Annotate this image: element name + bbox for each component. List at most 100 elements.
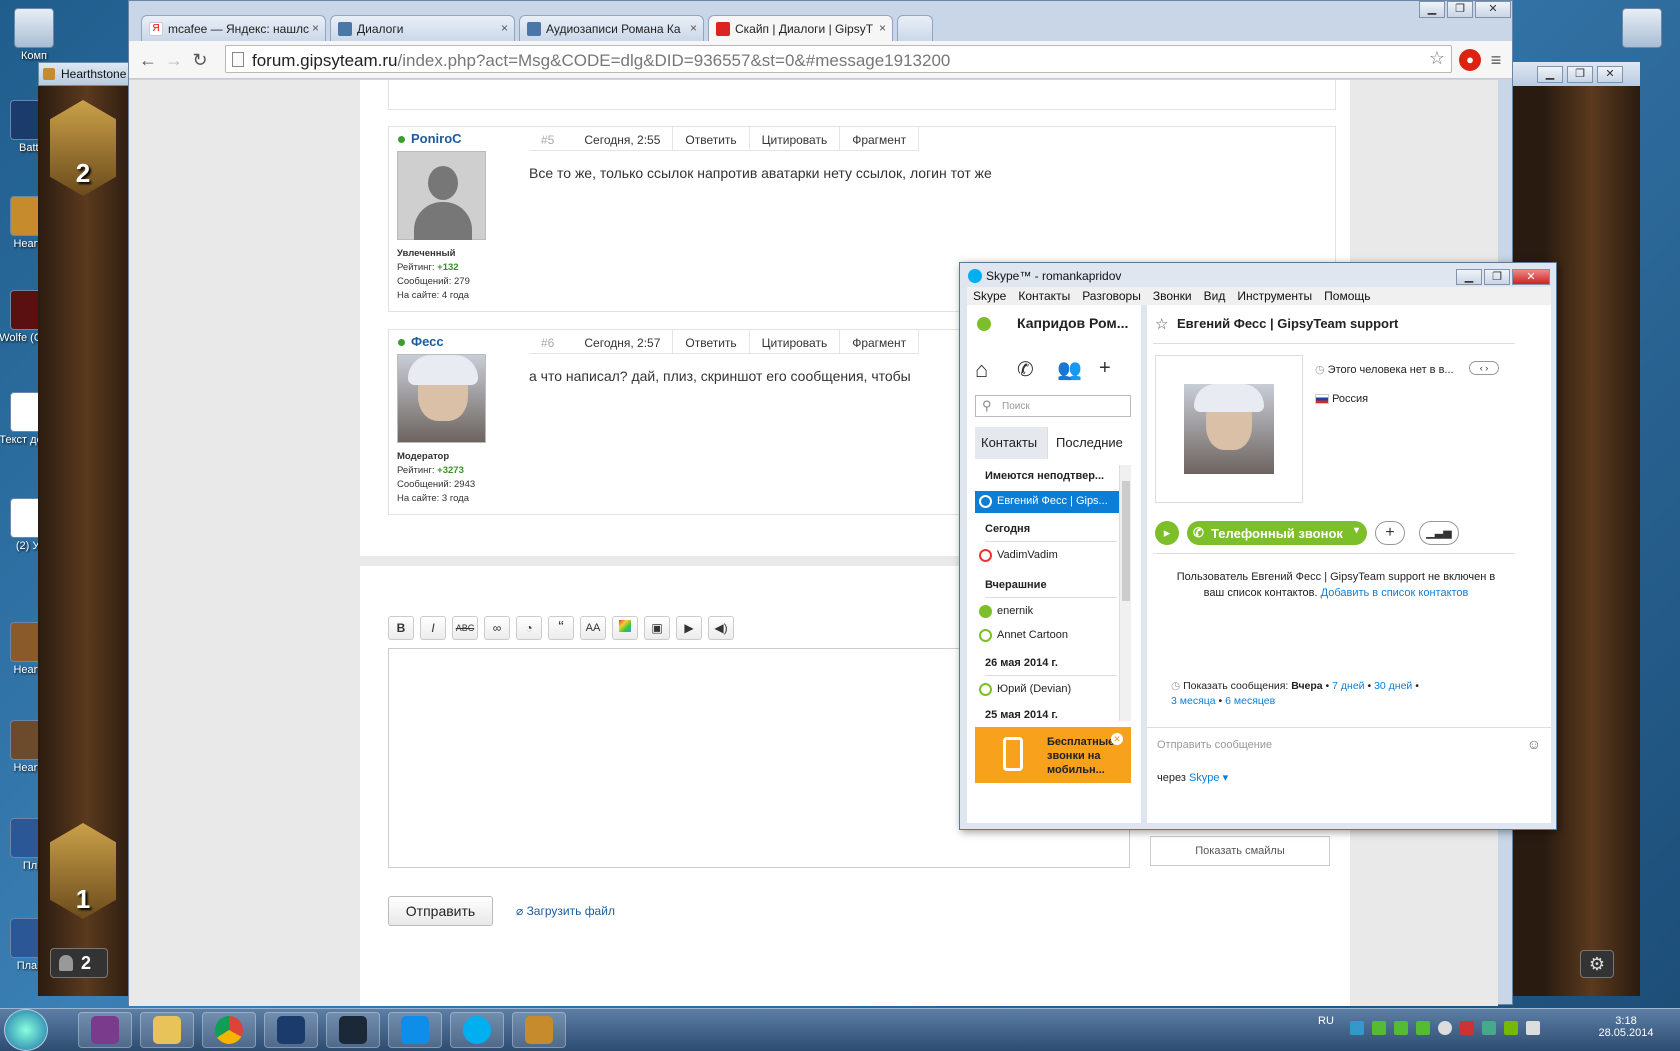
image-icon[interactable]: ▣ <box>644 616 670 640</box>
quote-icon[interactable]: “ <box>548 616 574 640</box>
video-call-icon[interactable]: ▸ <box>1155 521 1179 545</box>
tray-shield-icon[interactable] <box>1394 1021 1408 1035</box>
start-button[interactable] <box>4 1009 48 1051</box>
show-yesterday[interactable]: Вчера <box>1291 680 1322 692</box>
spoiler-glasses-icon[interactable]: ◔ <box>516 616 542 640</box>
browser-close-button[interactable]: ✕ <box>1475 1 1511 18</box>
reply-button[interactable]: Ответить <box>673 127 750 151</box>
close-icon[interactable]: × <box>501 21 508 35</box>
taskbar-skype[interactable] <box>450 1012 504 1048</box>
taskbar-winrar[interactable] <box>78 1012 132 1048</box>
menu-tools[interactable]: Инструменты <box>1231 287 1318 305</box>
hs-minimize-button[interactable]: ▁ <box>1537 66 1563 83</box>
italic-button[interactable]: I <box>420 616 446 640</box>
color-icon[interactable] <box>612 616 638 640</box>
video-icon[interactable]: ▶ <box>676 616 702 640</box>
profile-name[interactable]: Капридов Ром... <box>1017 315 1128 331</box>
tray-shield-icon[interactable] <box>1372 1021 1386 1035</box>
desktop-icon-right1[interactable] <box>1610 8 1674 50</box>
notification-bell-icon[interactable] <box>1438 1021 1452 1035</box>
volume-icon[interactable] <box>1526 1021 1540 1035</box>
contact-evgeny-fess[interactable]: Евгений Фесс | Gips... <box>975 491 1125 513</box>
new-tab-button[interactable] <box>897 15 933 41</box>
show-6-months-link[interactable]: 6 месяцев <box>1225 695 1275 707</box>
home-icon[interactable]: ⌂ <box>975 357 988 383</box>
tab-skype-dialogs[interactable]: Скайп | Диалоги | GipsyT × <box>708 15 893 41</box>
tab-contacts[interactable]: Контакты <box>975 427 1047 459</box>
contact-enernik[interactable]: enernik <box>975 601 1125 623</box>
reply-button[interactable]: Ответить <box>673 330 750 354</box>
contacts-scrollbar[interactable] <box>1119 465 1131 721</box>
prev-next-arrows[interactable]: ‹ › <box>1469 361 1499 375</box>
menu-help[interactable]: Помощь <box>1318 287 1376 305</box>
fragment-button[interactable]: Фрагмент <box>840 330 920 354</box>
contact-annet-cartoon[interactable]: Annet Cartoon <box>975 625 1125 647</box>
show-30-days-link[interactable]: 30 дней <box>1374 680 1412 692</box>
menu-skype[interactable]: Skype <box>967 287 1012 305</box>
language-indicator[interactable]: RU <box>1318 1015 1334 1027</box>
tab-mcafee[interactable]: Я mcafee — Яндекс: нашлс × <box>141 15 326 41</box>
contact-vadimvadim[interactable]: VadimVadim <box>975 545 1125 567</box>
menu-conversations[interactable]: Разговоры <box>1076 287 1147 305</box>
nvidia-icon[interactable] <box>1504 1021 1518 1035</box>
tab-audio[interactable]: Аудиозаписи Романа Ка × <box>519 15 704 41</box>
post-username[interactable]: Фесс <box>411 334 444 349</box>
extension-stop-icon[interactable]: ● <box>1459 49 1481 71</box>
sound-icon[interactable]: ◀) <box>708 616 734 640</box>
menu-contacts[interactable]: Контакты <box>1012 287 1076 305</box>
bookmark-star-icon[interactable]: ☆ <box>1429 48 1445 69</box>
close-icon[interactable]: × <box>312 21 319 35</box>
close-icon[interactable]: × <box>879 21 886 35</box>
submit-button[interactable]: Отправить <box>388 896 493 926</box>
back-arrow-icon[interactable]: ← <box>137 49 159 71</box>
phone-icon[interactable]: ✆ <box>1017 357 1034 382</box>
hs-settings-gear-icon[interactable]: ⚙ <box>1580 950 1614 978</box>
quote-button[interactable]: Цитировать <box>750 330 841 354</box>
friends-button[interactable]: 2 <box>50 948 108 978</box>
chevron-down-icon[interactable]: ▾ <box>1220 772 1229 784</box>
taskbar-steam[interactable] <box>326 1012 380 1048</box>
link-icon[interactable]: ∞ <box>484 616 510 640</box>
hs-close-button[interactable]: ✕ <box>1597 66 1623 83</box>
tray-shield-icon[interactable] <box>1416 1021 1430 1035</box>
taskbar-teamviewer[interactable] <box>388 1012 442 1048</box>
close-icon[interactable]: ✕ <box>1111 733 1123 745</box>
favorite-star-icon[interactable]: ☆ <box>1155 315 1168 333</box>
reload-icon[interactable]: ↻ <box>189 49 211 71</box>
clock[interactable]: 3:18 28.05.2014 <box>1594 1015 1658 1039</box>
close-icon[interactable]: × <box>690 21 697 35</box>
browser-minimize-button[interactable]: ▁ <box>1419 1 1445 18</box>
desktop-icon-computer[interactable]: Комп <box>2 8 66 62</box>
tab-recent[interactable]: Последние <box>1047 427 1131 459</box>
show-smiles-button[interactable]: Показать смайлы <box>1150 836 1330 866</box>
font-size-icon[interactable]: AA <box>580 616 606 640</box>
show-3-months-link[interactable]: 3 месяца <box>1171 695 1216 707</box>
menu-view[interactable]: Вид <box>1198 287 1232 305</box>
group-icon[interactable]: 👥 <box>1057 357 1082 382</box>
tray-icon[interactable] <box>1350 1021 1364 1035</box>
skype-minimize-button[interactable]: ▁ <box>1456 269 1482 285</box>
contacts-scroll-thumb[interactable] <box>1122 481 1130 601</box>
add-plus-button[interactable]: + <box>1375 521 1405 545</box>
search-input[interactable]: ⚲ Поиск <box>975 395 1131 417</box>
skype-maximize-button[interactable]: ❐ <box>1484 269 1510 285</box>
phone-call-button[interactable]: ✆ Телефонный звонок ▾ <box>1187 521 1367 545</box>
via-skype-dropdown[interactable]: Skype <box>1189 772 1220 784</box>
contact-yuri[interactable]: Юрий (Devian) <box>975 679 1125 701</box>
send-message-input[interactable]: Отправить сообщение ☺ <box>1147 727 1551 763</box>
taskbar-hearthstone[interactable] <box>512 1012 566 1048</box>
tab-dialogs[interactable]: Диалоги × <box>330 15 515 41</box>
post-number[interactable]: #5 <box>529 127 572 151</box>
promo-banner[interactable]: Бесплатные звонки на мобильн... ✕ <box>975 727 1131 783</box>
tray-icon[interactable] <box>1460 1021 1474 1035</box>
taskbar-chrome[interactable] <box>202 1012 256 1048</box>
call-quality-icon[interactable]: ▁▃▅ <box>1419 521 1459 545</box>
add-to-contacts-link[interactable]: Добавить в список контактов <box>1321 587 1469 599</box>
address-bar[interactable]: forum.gipsyteam.ru/index.php?act=Msg&COD… <box>225 45 1452 73</box>
taskbar-explorer[interactable] <box>140 1012 194 1048</box>
taskbar-battlenet[interactable] <box>264 1012 318 1048</box>
fragment-button[interactable]: Фрагмент <box>840 127 920 151</box>
status-online-icon[interactable] <box>977 317 991 331</box>
skype-close-button[interactable]: ✕ <box>1512 269 1550 285</box>
menu-icon[interactable]: ≡ <box>1485 49 1507 71</box>
